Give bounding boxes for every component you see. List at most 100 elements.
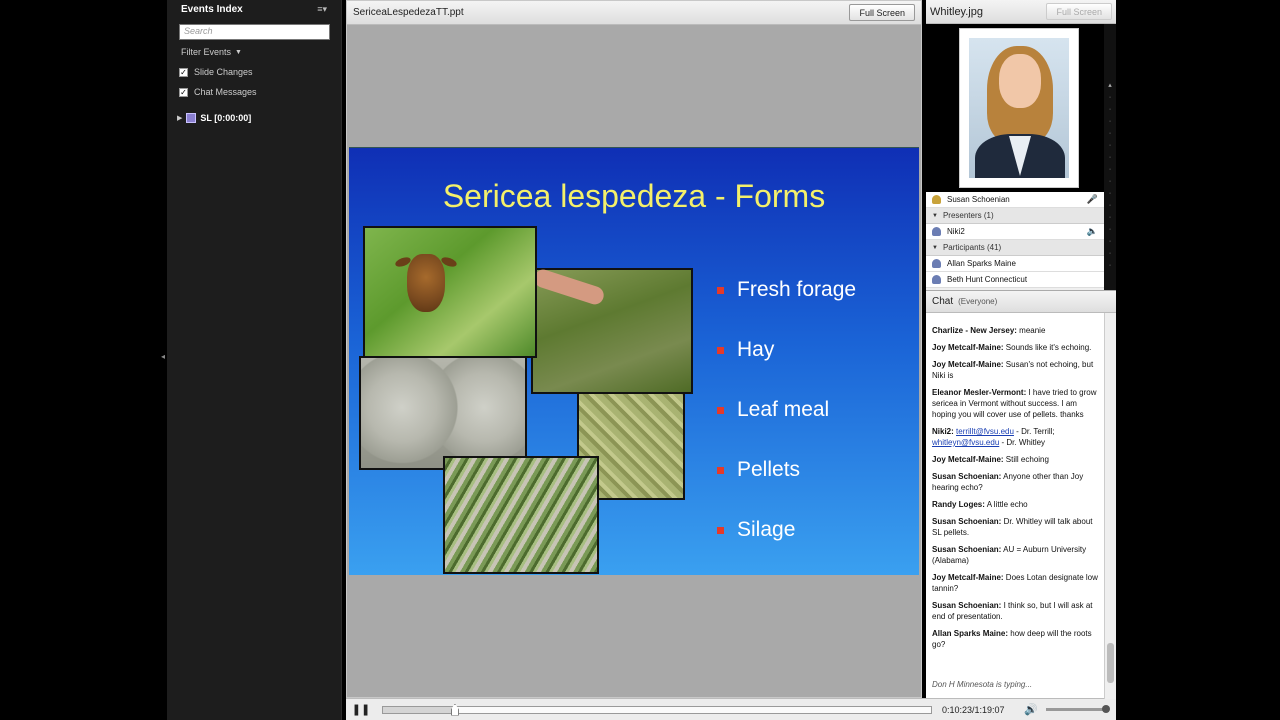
email-link[interactable]: whitleyn@fvsu.edu: [932, 438, 999, 447]
chat-text: - Dr. Whitley: [999, 438, 1046, 447]
chat-message: Joy Metcalf-Maine: Does Lotan designate …: [932, 572, 1100, 594]
slide-icon: [186, 113, 197, 123]
bullet-square-icon: [717, 346, 724, 354]
pause-button[interactable]: ❚❚: [346, 703, 376, 716]
chat-header: Chat (Everyone): [926, 291, 1116, 313]
chat-message: Randy Loges: A little echo: [932, 499, 1100, 510]
goat-grazing-photo: [363, 226, 537, 358]
typing-indicator: Don H Minnesota is typing...: [932, 680, 1033, 689]
chat-sender: Joy Metcalf-Maine:: [932, 343, 1004, 352]
filter-events-label: Filter Events: [181, 47, 232, 57]
chat-sender: Allan Sparks Maine:: [932, 629, 1009, 638]
photo-full-screen-button[interactable]: Full Screen: [1046, 3, 1112, 20]
chat-scope: (Everyone): [958, 297, 998, 306]
attendees-list: Susan Schoenian 🎤 ▼ Presenters (1) Niki2…: [926, 192, 1104, 290]
chat-message: Eleanor Mesler-Vermont: I have tried to …: [932, 387, 1100, 420]
chat-text: Sounds like it's echoing.: [1003, 343, 1092, 352]
events-index-title: Events Index: [181, 3, 243, 15]
bullet-item: Leaf meal: [717, 380, 856, 440]
seek-bar[interactable]: [382, 703, 932, 716]
chat-pane: Chat (Everyone) Charlize - New Jersey: m…: [926, 290, 1116, 699]
app-window: ◂ Events Index ≡▾ Search Filter Events ▼…: [0, 0, 1280, 720]
photo-file-name: Whitley.jpg: [930, 5, 983, 18]
panel-splitter-handle[interactable]: ◂: [161, 352, 165, 368]
full-screen-button[interactable]: Full Screen: [849, 4, 915, 21]
chat-text: A little echo: [984, 500, 1028, 509]
filter-events-dropdown[interactable]: Filter Events ▼: [181, 47, 327, 57]
participant-icon: [932, 275, 941, 284]
presenter-portrait: [959, 28, 1079, 188]
chat-sender: Susan Schoenian:: [932, 517, 1002, 526]
bullet-item: Fresh forage: [717, 260, 856, 320]
chat-message: Susan Schoenian: I think so, but I will …: [932, 600, 1100, 622]
tree-item-sl[interactable]: ▶ SL [0:00:00]: [177, 113, 331, 123]
chat-message: Joy Metcalf-Maine: Susan's not echoing, …: [932, 359, 1100, 381]
chat-messages: Charlize - New Jersey: meanie Joy Metcalf…: [932, 325, 1100, 656]
chat-sender: Susan Schoenian:: [932, 472, 1002, 481]
collapse-arrow-icon[interactable]: ▼: [932, 245, 938, 251]
attendee-participant[interactable]: Beth Hunt Connecticut: [926, 272, 1104, 288]
search-input[interactable]: Search: [179, 24, 330, 40]
left-gutter: [0, 0, 165, 720]
slide-pane-titlebar: SericeaLespedezaTT.ppt Full Screen: [347, 1, 921, 25]
slide-file-name: SericeaLespedezaTT.ppt: [353, 7, 464, 18]
panel-menu-icon[interactable]: ≡▾: [317, 4, 327, 15]
participant-icon: [932, 259, 941, 268]
volume-icon[interactable]: 🔊: [1024, 703, 1038, 716]
chat-text: - Dr. Terrill;: [1013, 427, 1055, 436]
slide-title: Sericea lespedeza - Forms: [442, 178, 826, 214]
right-scrollbar[interactable]: ▴ · · · · · · · · · · · · · · ·: [1104, 24, 1116, 290]
bullet-item: Pellets: [717, 440, 856, 500]
chat-message: Joy Metcalf-Maine: Still echoing: [932, 454, 1100, 465]
chat-sender: Joy Metcalf-Maine:: [932, 573, 1004, 582]
expand-arrow-icon[interactable]: ▶: [177, 114, 182, 122]
chat-scrollbar[interactable]: [1104, 313, 1116, 699]
chevron-down-icon: ▼: [235, 48, 242, 56]
presenter-icon: [932, 227, 941, 236]
silage-photo: [443, 456, 599, 574]
bullet-list: Fresh forage Hay Leaf meal Pellets Silag…: [717, 260, 856, 560]
chat-message: Joy Metcalf-Maine: Sounds like it's echo…: [932, 342, 1100, 353]
bullet-square-icon: [717, 406, 724, 414]
chat-text: Still echoing: [1003, 455, 1049, 464]
seek-handle[interactable]: [450, 703, 459, 716]
volume-slider[interactable]: [1045, 705, 1110, 713]
bullet-item: Hay: [717, 320, 856, 380]
attendee-presenter[interactable]: Niki2 🔈: [926, 224, 1104, 240]
attendee-participant[interactable]: Allan Sparks Maine: [926, 256, 1104, 272]
bullet-square-icon: [717, 286, 724, 294]
playback-bar: ❚❚ 0:10:23/1:19:07 🔊: [346, 698, 1116, 720]
chat-sender: Joy Metcalf-Maine:: [932, 455, 1004, 464]
seek-progress: [383, 706, 455, 713]
photo-pane-titlebar: Whitley.jpg Full Screen: [926, 0, 1116, 24]
slide-changes-checkbox[interactable]: ✓ Slide Changes: [179, 67, 329, 77]
chat-sender: Susan Schoenian:: [932, 545, 1002, 554]
presenters-group[interactable]: ▼ Presenters (1): [926, 208, 1104, 224]
chat-message: Susan Schoenian: Anyone other than Joy h…: [932, 471, 1100, 493]
email-link[interactable]: terrillt@fvsu.edu: [956, 427, 1014, 436]
tree-item-label: SL [0:00:00]: [200, 113, 252, 123]
checkbox-checked-icon: ✓: [179, 67, 188, 77]
chat-message: Charlize - New Jersey: meanie: [932, 325, 1100, 336]
time-readout: 0:10:23/1:19:07: [942, 704, 1005, 715]
bullet-square-icon: [717, 526, 724, 534]
events-index-header: Events Index ≡▾: [167, 0, 341, 18]
chat-message: Niki2: terrillt@fvsu.edu - Dr. Terrill; …: [932, 426, 1100, 448]
right-gutter: [1116, 0, 1280, 720]
bullet-square-icon: [717, 466, 724, 474]
chat-text: meanie: [1016, 326, 1046, 335]
slide-content: Sericea lespedeza - Forms Fresh forage H…: [349, 147, 919, 575]
chat-title: Chat: [932, 296, 954, 307]
sericea-plant-photo: [531, 267, 693, 394]
slide-pane: SericeaLespedezaTT.ppt Full Screen Seric…: [346, 0, 922, 698]
attendee-host[interactable]: Susan Schoenian 🎤: [926, 192, 1104, 208]
chat-sender: Charlize - New Jersey:: [932, 326, 1017, 335]
slide-changes-label: Slide Changes: [194, 67, 253, 77]
collapse-arrow-icon[interactable]: ▼: [932, 213, 938, 219]
participants-group[interactable]: ▼ Participants (41): [926, 240, 1104, 256]
volume-handle[interactable]: [1101, 705, 1110, 713]
chat-messages-checkbox[interactable]: ✓ Chat Messages: [179, 87, 329, 97]
chat-sender: Niki2:: [932, 427, 954, 436]
chat-message: Susan Schoenian: Dr. Whitley will talk a…: [932, 516, 1100, 538]
chat-scroll-thumb[interactable]: [1107, 643, 1114, 683]
